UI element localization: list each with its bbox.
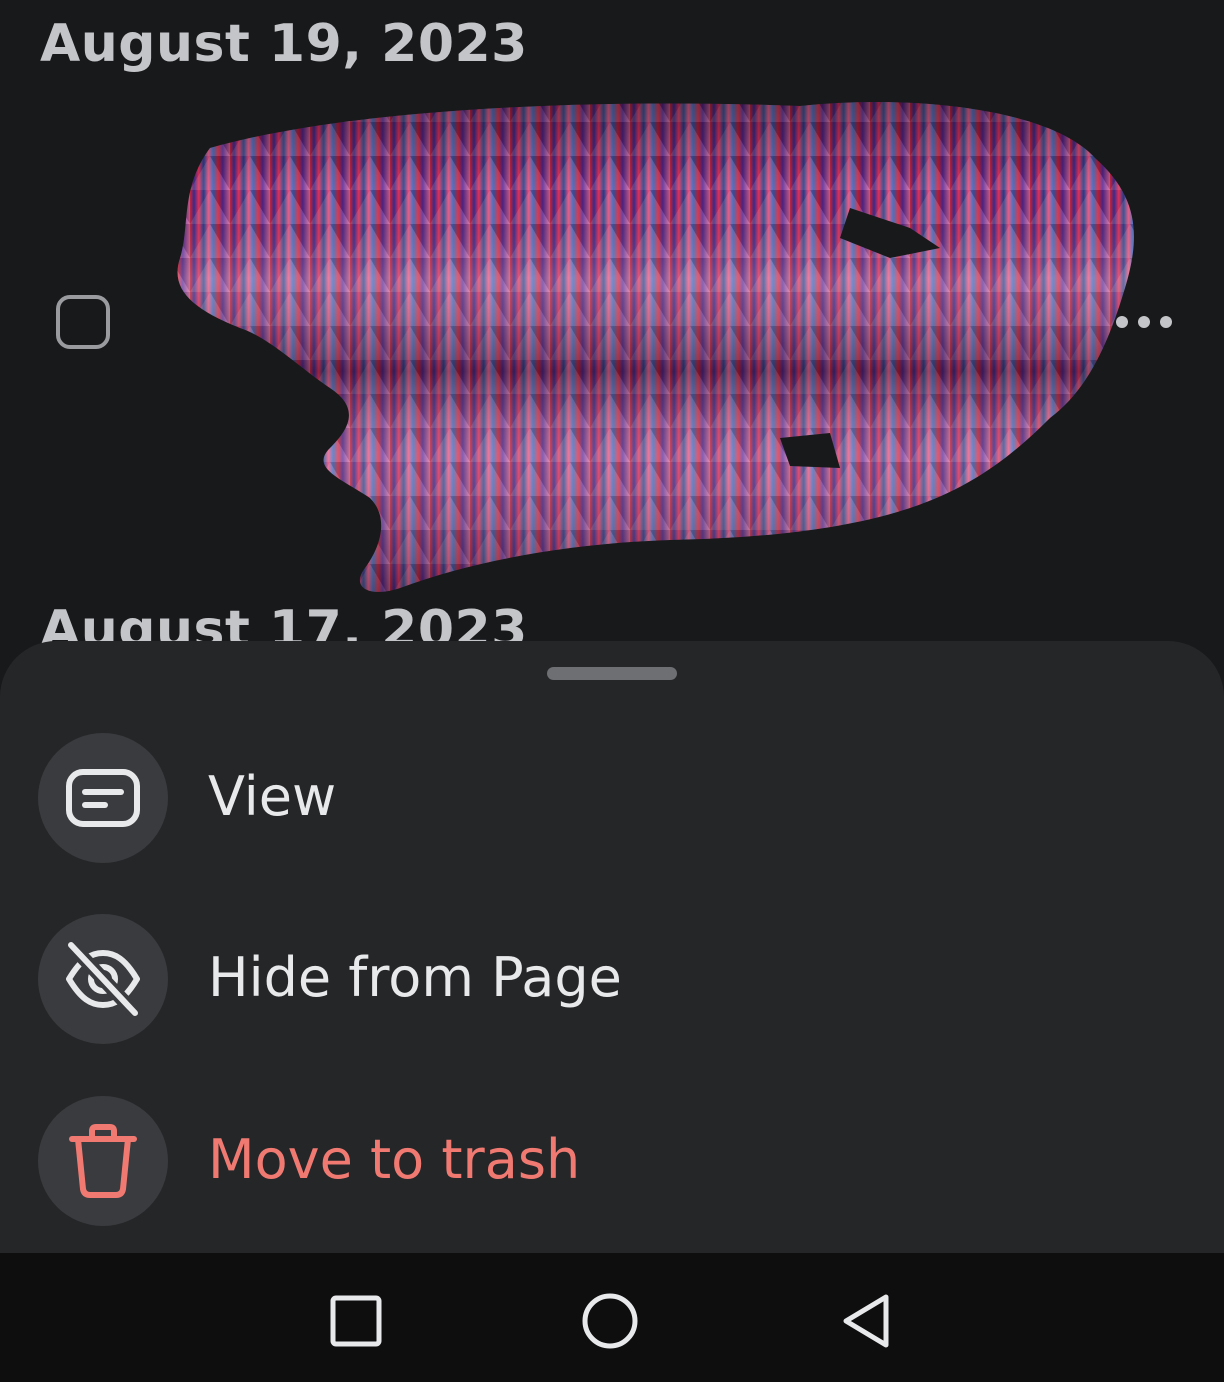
post-list: August 19, 2023 August 17, 2023 <box>0 0 1224 660</box>
eye-off-icon <box>38 914 168 1044</box>
home-button[interactable] <box>570 1281 650 1361</box>
circle-icon <box>582 1293 638 1349</box>
back-triangle-icon <box>843 1294 889 1348</box>
redacted-post-content <box>177 101 1134 592</box>
select-checkbox[interactable] <box>56 295 110 349</box>
post-icon <box>38 733 168 863</box>
actions-bottom-sheet: View Hide from Page Move to trash <box>0 641 1224 1253</box>
square-icon <box>330 1295 382 1347</box>
system-navigation-bar <box>0 1253 1224 1382</box>
sheet-drag-handle[interactable] <box>547 667 677 680</box>
move-to-trash-label: Move to trash <box>208 1128 581 1191</box>
hide-from-page-menu-item[interactable]: Hide from Page <box>0 914 1224 1046</box>
view-label: View <box>208 765 337 828</box>
back-button[interactable] <box>826 1281 906 1361</box>
move-to-trash-menu-item[interactable]: Move to trash <box>0 1096 1224 1228</box>
hide-from-page-label: Hide from Page <box>208 946 622 1009</box>
date-header: August 19, 2023 <box>40 14 528 74</box>
more-options-icon[interactable] <box>1112 312 1178 332</box>
view-menu-item[interactable]: View <box>0 733 1224 865</box>
recents-button[interactable] <box>316 1281 396 1361</box>
trash-icon <box>38 1096 168 1226</box>
